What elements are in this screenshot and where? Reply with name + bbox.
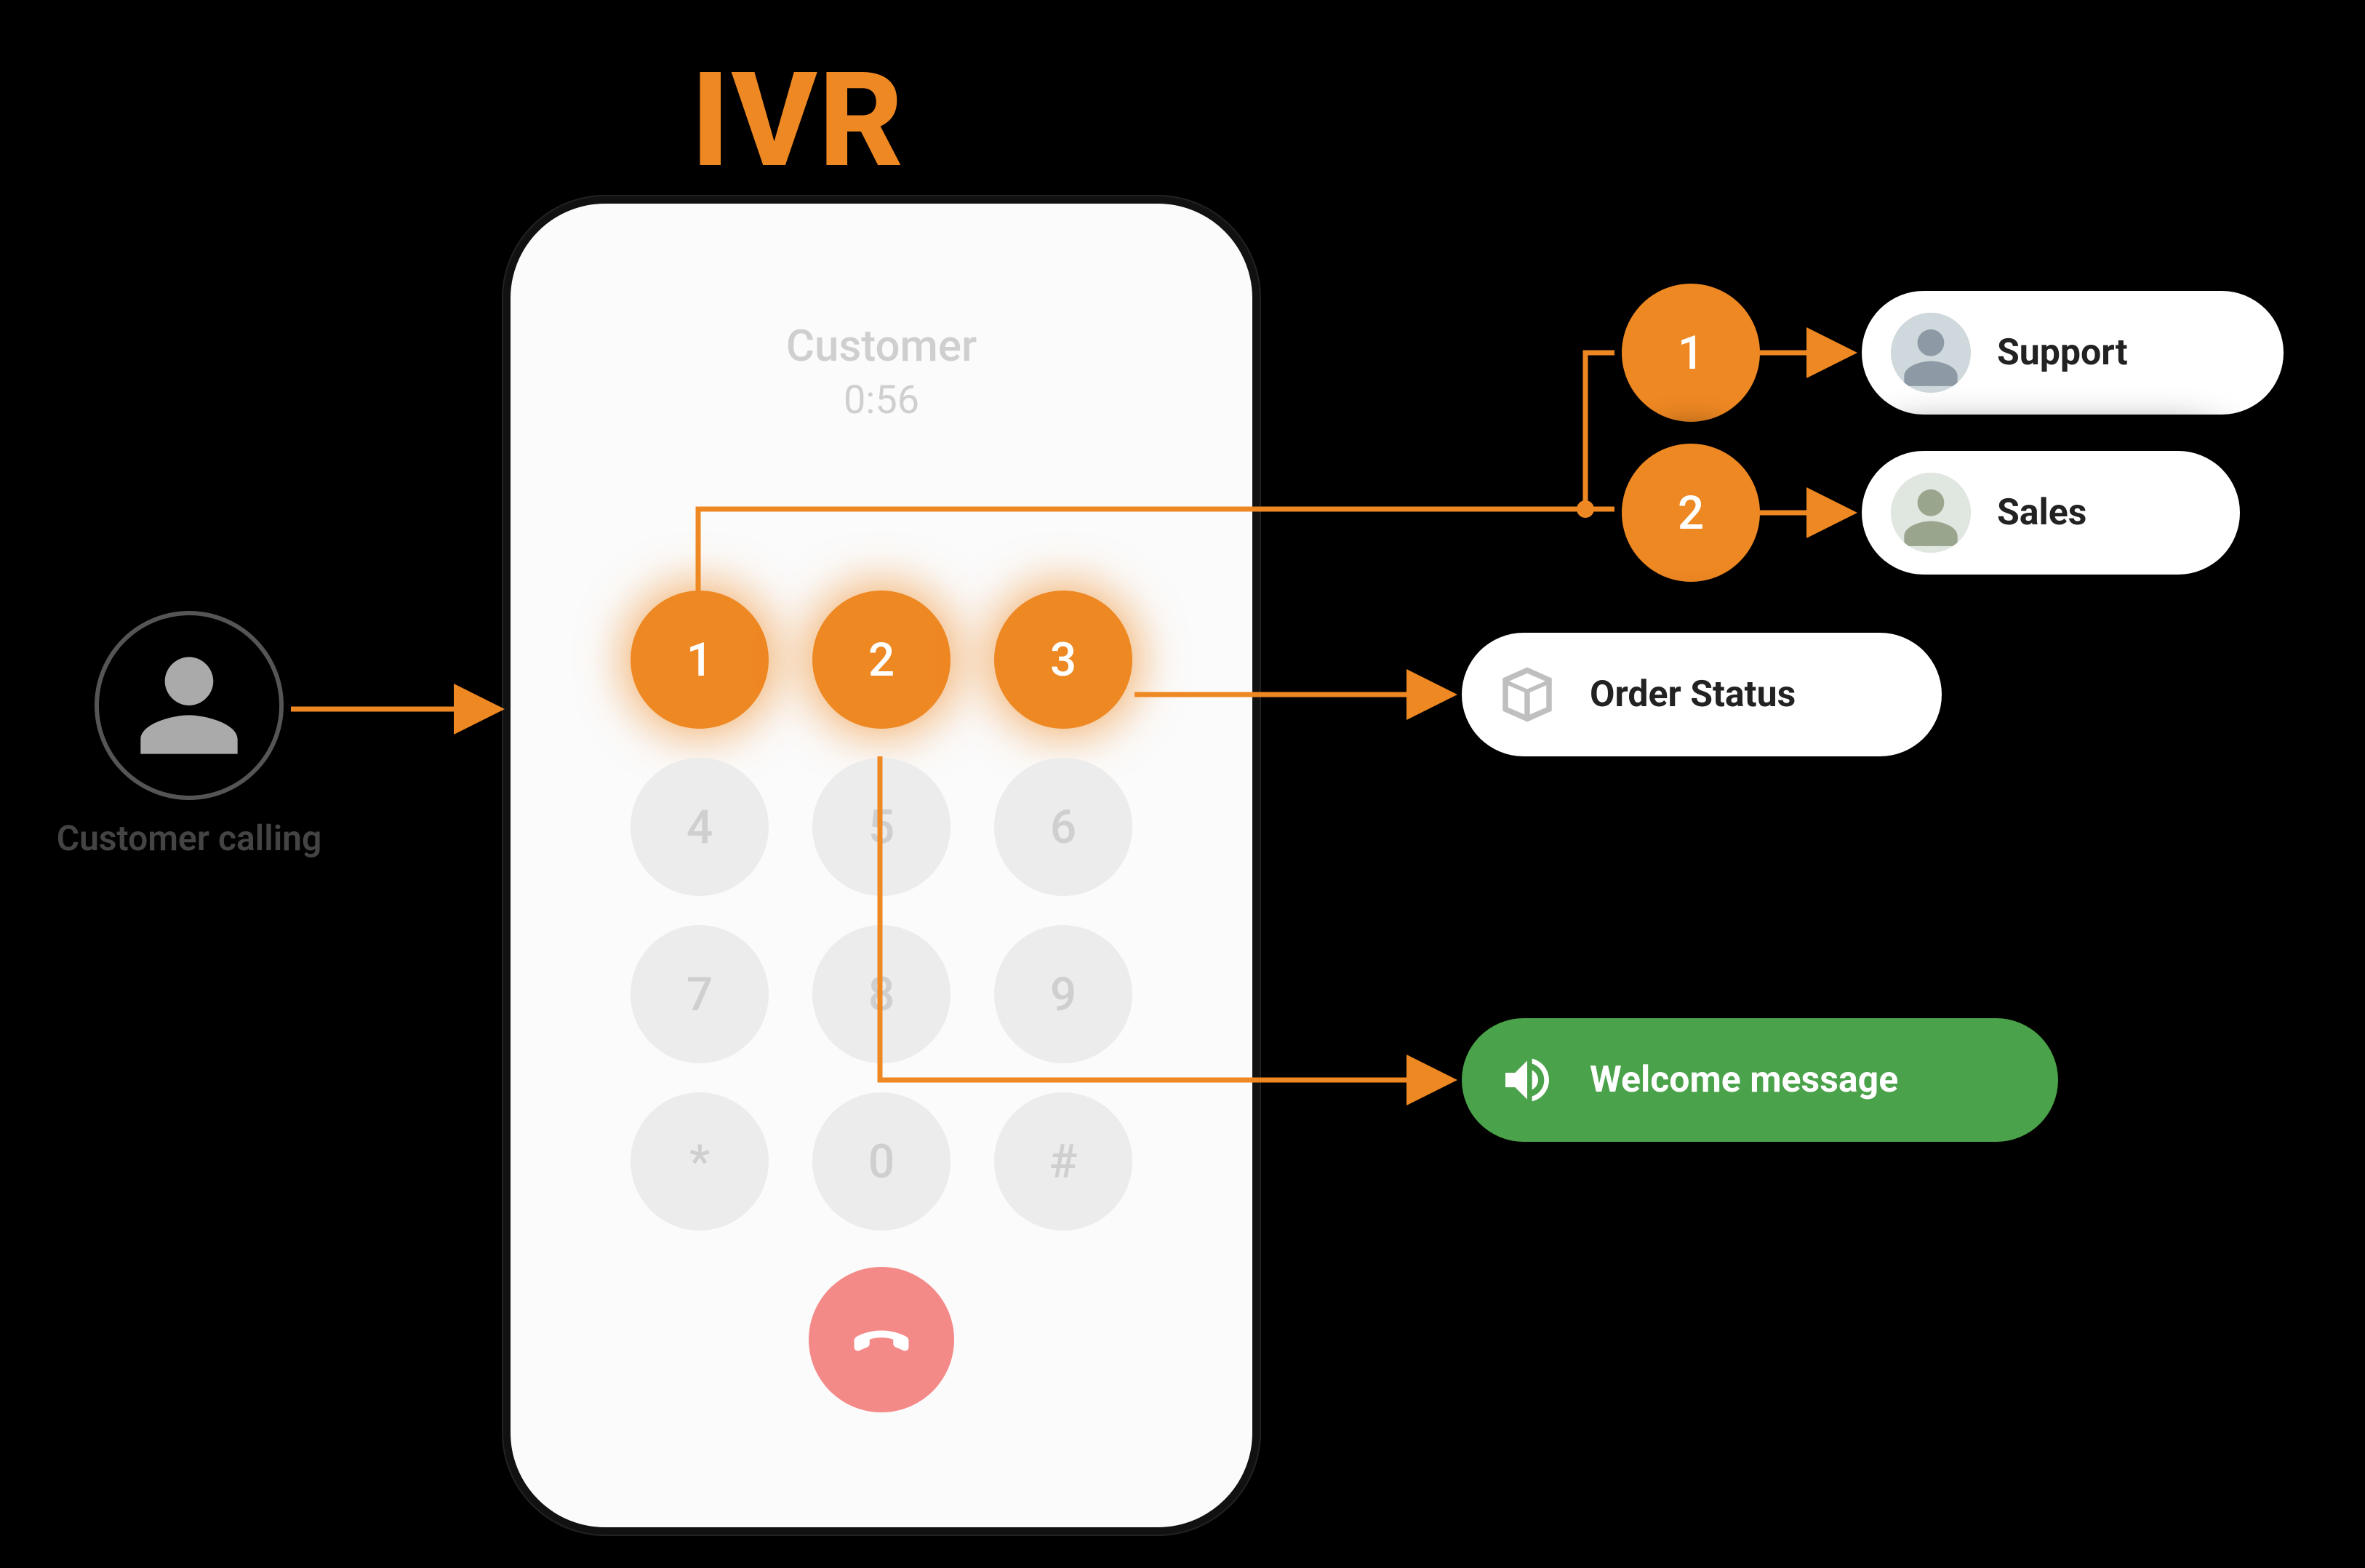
customer-calling: Customer calling [29,611,349,859]
key-0[interactable]: 0 [812,1092,951,1231]
person-icon [1891,313,1971,393]
key-5[interactable]: 5 [812,758,951,896]
key-hash[interactable]: # [994,1092,1132,1231]
key-7[interactable]: 7 [631,925,769,1063]
phone-hangup-icon [845,1303,918,1376]
person-icon [1891,473,1971,553]
pill-welcome-message: Welcome message [1462,1018,2058,1142]
pill-sales-label: Sales [1997,492,2086,534]
key-8[interactable]: 8 [812,925,951,1063]
diagram-title: IVR [691,44,905,197]
pill-support: Support [1862,291,2284,415]
key-star[interactable]: * [631,1092,769,1231]
customer-label: Customer calling [57,817,322,859]
package-icon [1491,658,1564,731]
sales-agent-avatar [1891,473,1971,553]
pill-order-status: Order Status [1462,633,1942,756]
support-agent-avatar [1891,313,1971,393]
key-1[interactable]: 1 [631,591,769,729]
key-9[interactable]: 9 [994,925,1132,1063]
dial-keypad: 1 2 3 4 5 6 7 8 9 * 0 # [631,591,1132,1231]
pill-support-label: Support [1997,332,2128,374]
phone-frame: Customer 0:56 1 2 3 4 5 6 7 8 9 * 0 # [503,196,1260,1535]
customer-avatar-circle [95,611,284,800]
pill-welcome-label: Welcome message [1590,1059,1898,1101]
person-icon [131,647,247,764]
key-6[interactable]: 6 [994,758,1132,896]
call-duration: 0:56 [844,377,919,423]
speaker-icon [1491,1044,1564,1116]
key-3[interactable]: 3 [994,591,1132,729]
call-title: Customer [786,320,977,372]
key-4[interactable]: 4 [631,758,769,896]
branch-option-2: 2 [1622,444,1760,582]
hangup-button[interactable] [809,1267,954,1412]
pill-sales: Sales [1862,451,2240,575]
branch-option-1: 1 [1622,284,1760,422]
pill-order-status-label: Order Status [1590,673,1796,716]
key-2[interactable]: 2 [812,591,951,729]
